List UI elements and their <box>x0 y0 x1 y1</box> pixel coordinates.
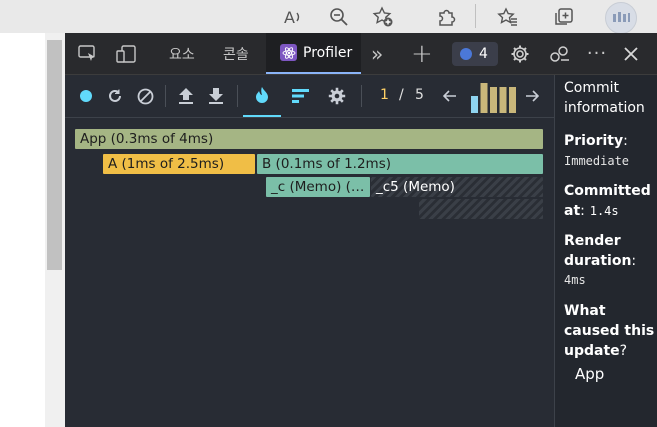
device-emulation-icon[interactable] <box>113 33 139 74</box>
flamegraph-node-c5[interactable]: _c5 (Memo) <box>371 177 543 197</box>
issues-count: 4 <box>479 46 488 62</box>
priority-value: Immediate <box>564 154 630 168</box>
toolbar-separator <box>237 85 238 107</box>
toolbar-divider <box>475 4 476 28</box>
devtools-panel: 요소 콘솔 Profiler » + 4 ··· 1 / 5 App (0.3m… <box>65 33 657 427</box>
tab-elements[interactable]: 요소 <box>169 33 195 74</box>
tab-profiler[interactable]: Profiler <box>266 33 361 74</box>
profiler-settings-icon[interactable] <box>327 75 347 117</box>
flamegraph: App (0.3ms of 4ms) A (1ms of 2.5ms) B (0… <box>65 118 554 427</box>
record-icon[interactable] <box>77 75 95 117</box>
toolbar-separator <box>361 85 362 107</box>
more-options-icon[interactable]: ··· <box>585 33 609 74</box>
close-devtools-icon[interactable] <box>619 33 643 74</box>
commit-information-panel: Commit information Priority: Immediate C… <box>554 75 657 427</box>
flamegraph-node-hidden <box>419 199 543 219</box>
ranked-view-icon[interactable] <box>290 75 312 117</box>
committed-at-label: Committed at: 1.4s <box>564 183 651 219</box>
download-icon[interactable] <box>206 75 226 117</box>
committed-at-value: 1.4s <box>589 204 619 218</box>
commit-total: 5 <box>415 87 424 103</box>
tab-console-label: 콘솔 <box>223 46 249 63</box>
favorites-icon[interactable] <box>494 0 522 33</box>
browser-toolbar: A <box>0 0 657 34</box>
tab-profiler-label: Profiler <box>303 44 353 61</box>
devtools-tabbar: 요소 콘솔 Profiler » + 4 ··· <box>65 33 657 75</box>
commit-bar[interactable] <box>490 87 497 113</box>
page-scrollbar-thumb[interactable] <box>47 40 62 270</box>
tab-elements-label: 요소 <box>169 46 195 63</box>
read-aloud-icon[interactable]: A <box>279 0 307 33</box>
more-tabs-icon[interactable]: » <box>371 33 383 74</box>
more-tabs-label: » <box>371 41 384 66</box>
render-duration-value: 4ms <box>564 273 586 287</box>
what-caused-update-label: What caused this update? <box>564 303 655 359</box>
svg-text:A: A <box>284 8 295 26</box>
page-content <box>0 33 45 427</box>
reload-profile-icon[interactable] <box>106 75 124 117</box>
commit-bar[interactable] <box>499 87 507 113</box>
flamegraph-view-icon[interactable] <box>243 75 281 117</box>
commit-bar[interactable] <box>480 83 488 113</box>
commit-index: 1 <box>380 87 389 103</box>
render-duration-label: Render duration: <box>564 233 637 269</box>
issues-badge[interactable]: 4 <box>452 42 498 66</box>
flamegraph-node-app[interactable]: App (0.3ms of 4ms) <box>75 129 543 149</box>
inspect-element-icon[interactable] <box>75 33 101 74</box>
previous-commit-icon[interactable] <box>440 75 460 117</box>
flamegraph-node-c[interactable]: _c (Memo) (… <box>266 177 370 197</box>
upload-icon[interactable] <box>176 75 196 117</box>
add-favorite-icon[interactable] <box>369 0 397 33</box>
profile-avatar[interactable] <box>605 2 637 34</box>
tab-console[interactable]: 콘솔 <box>223 33 249 74</box>
clear-profile-icon[interactable] <box>135 75 155 117</box>
toolbar-separator <box>165 85 166 107</box>
commit-bar[interactable] <box>509 87 516 113</box>
next-commit-icon[interactable] <box>522 75 542 117</box>
flamegraph-node-a[interactable]: A (1ms of 2.5ms) <box>103 154 255 174</box>
commit-separator: / <box>399 87 404 103</box>
commit-selector-chart[interactable] <box>470 81 518 113</box>
settings-gear-icon[interactable] <box>508 33 532 74</box>
extensions-icon[interactable] <box>433 0 461 33</box>
add-tab-label: + <box>411 38 433 69</box>
update-cause-value[interactable]: App <box>575 365 604 383</box>
collections-icon[interactable] <box>550 0 578 33</box>
react-icon <box>280 44 297 61</box>
customize-icon[interactable] <box>548 33 572 74</box>
flamegraph-node-b[interactable]: B (0.1ms of 1.2ms) <box>257 154 543 174</box>
add-tab-icon[interactable]: + <box>411 33 433 74</box>
commit-bar[interactable] <box>471 96 478 113</box>
profiler-toolbar: 1 / 5 <box>65 75 554 118</box>
zoom-out-icon[interactable] <box>325 0 353 33</box>
issues-icon <box>460 48 472 60</box>
priority-label: Priority: <box>564 133 628 149</box>
commit-info-title: Commit information <box>564 80 645 116</box>
